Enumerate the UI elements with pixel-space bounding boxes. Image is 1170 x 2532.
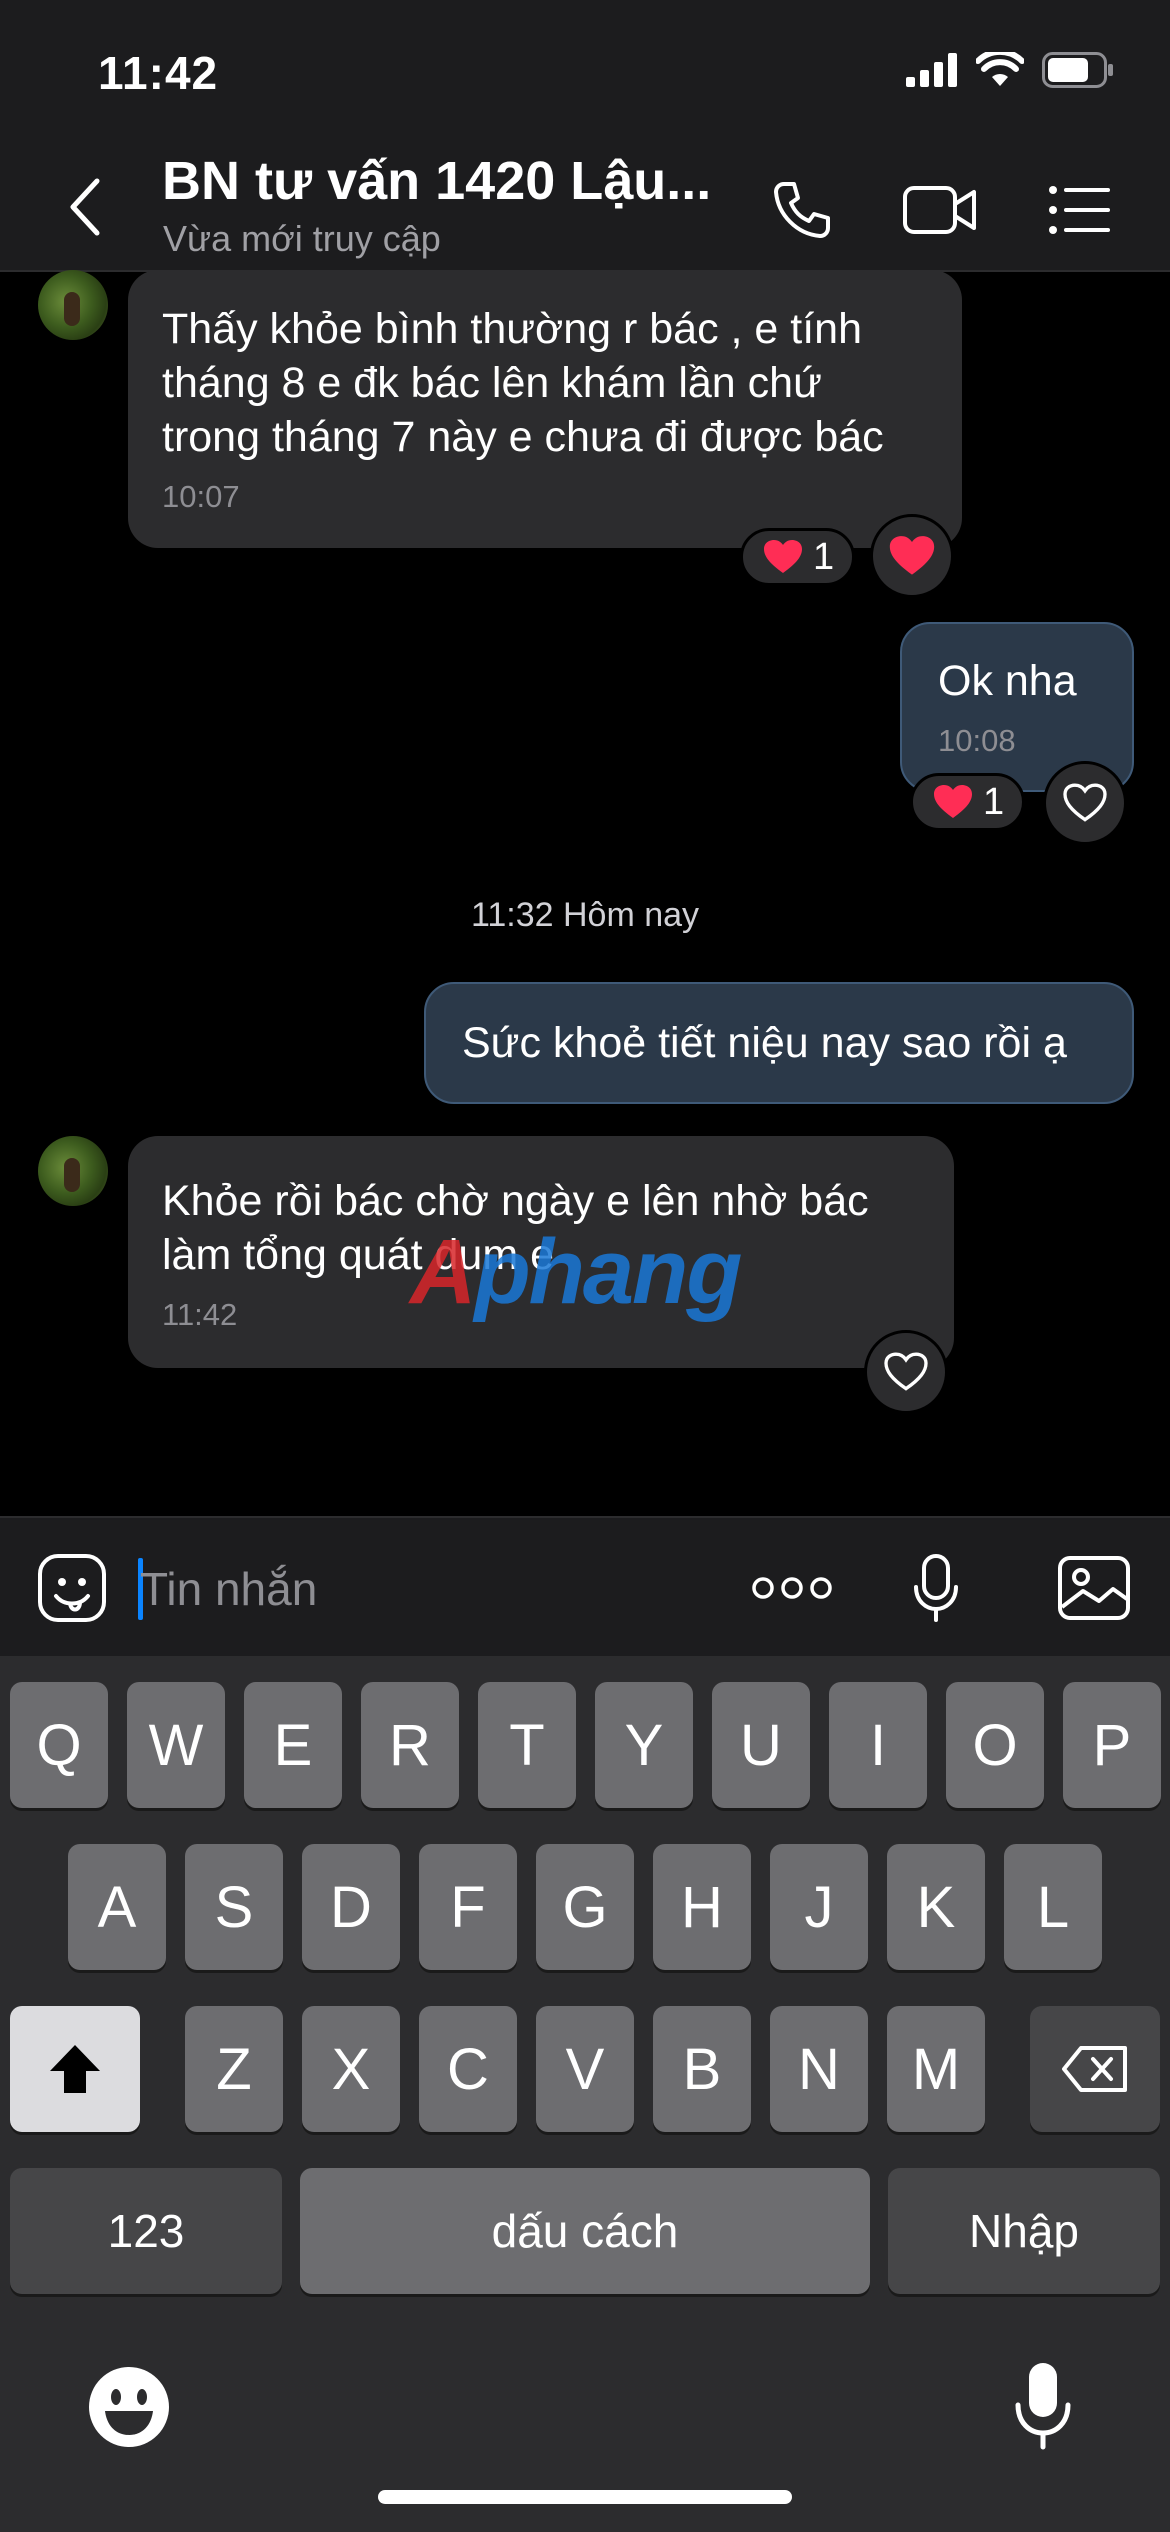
- key-x[interactable]: X: [302, 2006, 400, 2132]
- chat-title[interactable]: BN tư vấn 1420 Lậu...: [162, 150, 711, 212]
- key-l[interactable]: L: [1004, 1844, 1102, 1970]
- key-j[interactable]: J: [770, 1844, 868, 1970]
- shift-icon: [50, 2045, 100, 2093]
- dictation-button[interactable]: [998, 2358, 1088, 2454]
- message-bubble-outgoing[interactable]: Sức khoẻ tiết niệu nay sao rồi ạ: [424, 982, 1134, 1104]
- key-b[interactable]: B: [653, 2006, 751, 2132]
- contact-avatar[interactable]: [38, 1136, 108, 1206]
- key-t[interactable]: T: [478, 1682, 576, 1808]
- contact-avatar[interactable]: [38, 270, 108, 340]
- key-m[interactable]: M: [887, 2006, 985, 2132]
- sticker-icon: [38, 1554, 106, 1622]
- gallery-button[interactable]: [1054, 1548, 1134, 1628]
- react-button[interactable]: [870, 514, 954, 598]
- key-h[interactable]: H: [653, 1844, 751, 1970]
- signal-icon: [906, 53, 957, 87]
- heart-outline-icon: [1063, 783, 1107, 822]
- call-button[interactable]: [762, 170, 842, 250]
- message-text: Ok nha: [938, 657, 1077, 705]
- key-z[interactable]: Z: [185, 2006, 283, 2132]
- delete-icon: [1062, 2046, 1127, 2092]
- key-v[interactable]: V: [536, 2006, 634, 2132]
- reaction-summary[interactable]: 1: [740, 528, 856, 586]
- battery-icon: [1042, 52, 1113, 88]
- mic-icon: [914, 1554, 958, 1622]
- message-text: Sức khoẻ tiết niệu nay sao rồi ạ: [462, 1019, 1067, 1067]
- sticker-button[interactable]: [32, 1548, 112, 1628]
- more-icon: [752, 1577, 832, 1599]
- react-button[interactable]: [1043, 761, 1127, 845]
- home-indicator[interactable]: [378, 2490, 792, 2504]
- key-g[interactable]: G: [536, 1844, 634, 1970]
- last-seen-status: Vừa mới truy cập: [163, 218, 441, 259]
- dictation-icon: [1015, 2363, 1071, 2450]
- wifi-icon: [976, 52, 1024, 86]
- reaction-count: 1: [813, 535, 835, 578]
- key-u[interactable]: U: [712, 1682, 810, 1808]
- heart-icon: [764, 540, 802, 573]
- space-key[interactable]: dấu cách: [300, 2168, 870, 2294]
- video-call-button[interactable]: [900, 170, 980, 250]
- key-e[interactable]: E: [244, 1682, 342, 1808]
- key-s[interactable]: S: [185, 1844, 283, 1970]
- message-composer: [0, 1516, 1170, 1656]
- key-p[interactable]: P: [1063, 1682, 1161, 1808]
- reaction-count: 1: [983, 780, 1005, 823]
- menu-icon: [1049, 186, 1110, 234]
- react-button[interactable]: [864, 1330, 948, 1414]
- key-q[interactable]: Q: [10, 1682, 108, 1808]
- key-k[interactable]: K: [887, 1844, 985, 1970]
- heart-icon: [889, 536, 935, 575]
- phone-icon: [774, 182, 830, 238]
- message-time: 10:08: [938, 723, 1016, 758]
- key-d[interactable]: D: [302, 1844, 400, 1970]
- back-button[interactable]: [60, 172, 110, 242]
- return-key[interactable]: Nhập: [888, 2168, 1160, 2294]
- voice-message-button[interactable]: [896, 1548, 976, 1628]
- key-r[interactable]: R: [361, 1682, 459, 1808]
- back-icon: [70, 178, 100, 236]
- key-n[interactable]: N: [770, 2006, 868, 2132]
- status-time: 11:42: [98, 47, 219, 99]
- key-c[interactable]: C: [419, 2006, 517, 2132]
- chat-header: 11:42 BN tư vấn 1420 Lậu... Vừa mới truy…: [0, 0, 1170, 272]
- delete-key[interactable]: [1030, 2006, 1160, 2132]
- message-time: 10:07: [162, 479, 240, 514]
- heart-outline-icon: [884, 1352, 928, 1391]
- status-icons: [906, 52, 1114, 88]
- keyboard: Q W E R T Y U I O P A S D F G H J K L Z …: [0, 1656, 1170, 2532]
- day-separator: 11:32 Hôm nay: [470, 896, 700, 934]
- key-w[interactable]: W: [127, 1682, 225, 1808]
- gallery-icon: [1058, 1556, 1130, 1620]
- numbers-key[interactable]: 123: [10, 2168, 282, 2294]
- key-a[interactable]: A: [68, 1844, 166, 1970]
- shift-key[interactable]: [10, 2006, 140, 2132]
- more-options-button[interactable]: [752, 1548, 832, 1628]
- emoji-icon: [89, 2367, 169, 2447]
- key-y[interactable]: Y: [595, 1682, 693, 1808]
- video-icon: [903, 186, 976, 234]
- key-i[interactable]: I: [829, 1682, 927, 1808]
- key-f[interactable]: F: [419, 1844, 517, 1970]
- emoji-keyboard-button[interactable]: [84, 2362, 174, 2452]
- watermark-logo: Aphang: [410, 1221, 742, 1323]
- chat-options-button[interactable]: [1040, 170, 1120, 250]
- heart-icon: [934, 785, 972, 818]
- message-bubble-incoming[interactable]: Thấy khỏe bình thường r bác , e tính thá…: [128, 270, 962, 548]
- message-text: Thấy khỏe bình thường r bác , e tính thá…: [162, 305, 884, 461]
- key-o[interactable]: O: [946, 1682, 1044, 1808]
- message-input[interactable]: [140, 1554, 700, 1624]
- reaction-summary[interactable]: 1: [910, 773, 1026, 831]
